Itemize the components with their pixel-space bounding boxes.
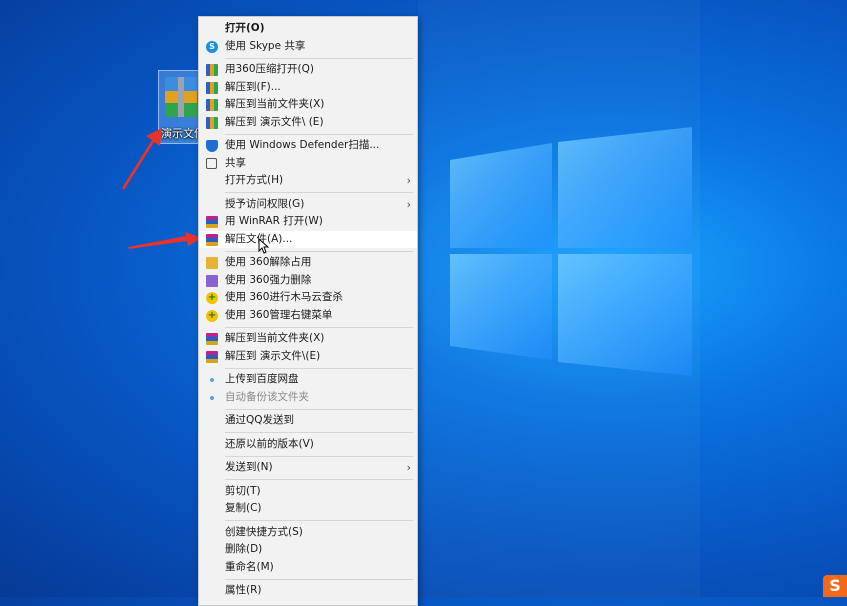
defender-shield-icon xyxy=(206,140,218,152)
menu-separator xyxy=(225,57,413,59)
submenu-chevron-icon: › xyxy=(406,174,411,187)
menu-item-label: 解压到当前文件夹(X) xyxy=(225,98,325,110)
mouse-cursor-icon xyxy=(258,238,270,254)
menu-item-label: 通过QQ发送到 xyxy=(225,414,295,426)
menu-item-label: 上传到百度网盘 xyxy=(225,373,299,385)
windows-logo xyxy=(450,127,692,376)
menu-separator xyxy=(225,192,413,193)
menu-item-label: 用360压缩打开(Q) xyxy=(225,63,314,75)
menu-item[interactable]: 发送到(N) › xyxy=(199,459,417,477)
menu-item[interactable]: 解压到 演示文件\(E) xyxy=(199,348,417,366)
winrar-icon xyxy=(206,233,218,246)
menu-item-label: 授予访问权限(G) xyxy=(225,197,305,210)
menu-item[interactable]: 自动备份该文件夹 xyxy=(199,389,417,407)
menu-item[interactable]: 重命名(M) xyxy=(199,559,417,577)
menu-item-label: 解压到 演示文件\(E) xyxy=(225,349,321,362)
menu-item[interactable]: 打开方式(H) › xyxy=(199,172,417,190)
menu-item[interactable]: 解压到当前文件夹(X) xyxy=(199,330,417,348)
archive-icon xyxy=(206,116,218,129)
menu-item[interactable]: 使用 Windows Defender扫描... xyxy=(199,137,417,155)
menu-item[interactable]: S 使用 Skype 共享 xyxy=(199,38,417,56)
menu-item-label: 属性(R) xyxy=(225,584,262,596)
menu-item-label: 解压到 演示文件\ (E) xyxy=(225,115,324,128)
menu-item-label: 还原以前的版本(V) xyxy=(225,437,314,450)
menu-item-label: 复制(C) xyxy=(225,502,262,514)
menu-item[interactable]: 授予访问权限(G) › xyxy=(199,196,417,214)
skype-icon: S xyxy=(206,40,218,53)
menu-separator xyxy=(225,367,413,369)
menu-item-label: 使用 360强力删除 xyxy=(225,273,312,286)
menu-item-label: 解压到(F)... xyxy=(225,80,281,93)
menu-item-label: 发送到(N) xyxy=(225,461,273,473)
menu-item-label: 用 WinRAR 打开(W) xyxy=(225,215,323,227)
menu-separator xyxy=(225,250,413,252)
menu-item-label: 共享 xyxy=(225,156,246,169)
menu-item[interactable]: 解压文件(A)... xyxy=(199,230,417,248)
menu-item[interactable]: 解压到(F)... xyxy=(199,79,417,97)
menu-separator xyxy=(225,408,413,410)
menu-item[interactable]: + 使用 360管理右键菜单 xyxy=(199,307,417,325)
360-icon: + xyxy=(206,292,218,304)
menu-separator xyxy=(225,455,413,457)
menu-separator xyxy=(225,326,413,328)
menu-item[interactable]: 复制(C) xyxy=(199,500,417,518)
menu-item[interactable]: 通过QQ发送到 xyxy=(199,412,417,430)
context-menu: 打开(O) S 使用 Skype 共享 用360压缩打开(Q) 解压到(F)... 解压到… xyxy=(198,16,418,606)
menu-item-label: 自动备份该文件夹 xyxy=(225,390,309,403)
menu-item-label: 使用 Skype 共享 xyxy=(225,39,306,52)
menu-item[interactable]: 使用 360解除占用 xyxy=(199,254,417,272)
submenu-chevron-icon: › xyxy=(406,461,411,474)
submenu-chevron-icon: › xyxy=(406,197,411,211)
menu-separator xyxy=(225,520,413,521)
menu-item[interactable]: 共享 xyxy=(199,155,417,173)
menu-item[interactable]: 打开(O) xyxy=(199,20,417,38)
menu-item[interactable]: 还原以前的版本(V) xyxy=(199,436,417,454)
menu-item[interactable]: 解压到当前文件夹(X) xyxy=(199,96,417,114)
winrar-icon xyxy=(206,350,218,363)
menu-separator xyxy=(225,133,413,135)
menu-item-label: 打开方式(H) xyxy=(225,174,284,186)
menu-item-label: 使用 360进行木马云查杀 xyxy=(225,291,343,303)
archive-icon xyxy=(206,64,218,76)
shredder-icon xyxy=(206,274,218,287)
menu-item-label: 使用 360管理右键菜单 xyxy=(225,308,333,321)
folder-icon xyxy=(206,257,218,269)
archive-icon xyxy=(206,81,218,94)
menu-item[interactable]: 创建快捷方式(S) xyxy=(199,524,417,542)
menu-item-label: 使用 360解除占用 xyxy=(225,256,312,268)
menu-item-label: 解压到当前文件夹(X) xyxy=(225,332,325,344)
menu-item[interactable]: 用 WinRAR 打开(W) xyxy=(199,213,417,231)
menu-item[interactable]: 上传到百度网盘 xyxy=(199,371,417,389)
menu-item-label: 剪切(T) xyxy=(225,484,261,497)
sogou-ime-icon[interactable]: S xyxy=(823,575,847,597)
menu-item-label: 使用 Windows Defender扫描... xyxy=(225,139,380,151)
menu-item[interactable]: 用360压缩打开(Q) xyxy=(199,61,417,79)
menu-separator xyxy=(225,432,413,433)
menu-item-label: 打开(O) xyxy=(225,22,265,34)
menu-item-label: 重命名(M) xyxy=(225,560,274,573)
archive-icon xyxy=(206,99,218,111)
share-icon xyxy=(206,157,217,169)
menu-item[interactable]: 剪切(T) xyxy=(199,483,417,501)
menu-item-label: 创建快捷方式(S) xyxy=(225,525,303,538)
menu-item[interactable]: 删除(D) xyxy=(199,541,417,559)
menu-item[interactable]: 解压到 演示文件\ (E) xyxy=(199,114,417,132)
archive-icon xyxy=(165,77,197,117)
winrar-icon xyxy=(206,216,218,228)
desktop: 演示文件 xyxy=(0,0,847,597)
menu-item[interactable]: + 使用 360进行木马云查杀 xyxy=(199,289,417,307)
baidu-cloud-icon xyxy=(210,395,214,400)
menu-separator xyxy=(225,578,413,580)
winrar-icon xyxy=(206,333,218,345)
menu-item-label: 删除(D) xyxy=(225,543,263,555)
360-icon: + xyxy=(206,309,218,322)
menu-item[interactable]: 使用 360强力删除 xyxy=(199,272,417,290)
menu-separator xyxy=(225,479,413,480)
baidu-cloud-icon xyxy=(210,378,214,382)
